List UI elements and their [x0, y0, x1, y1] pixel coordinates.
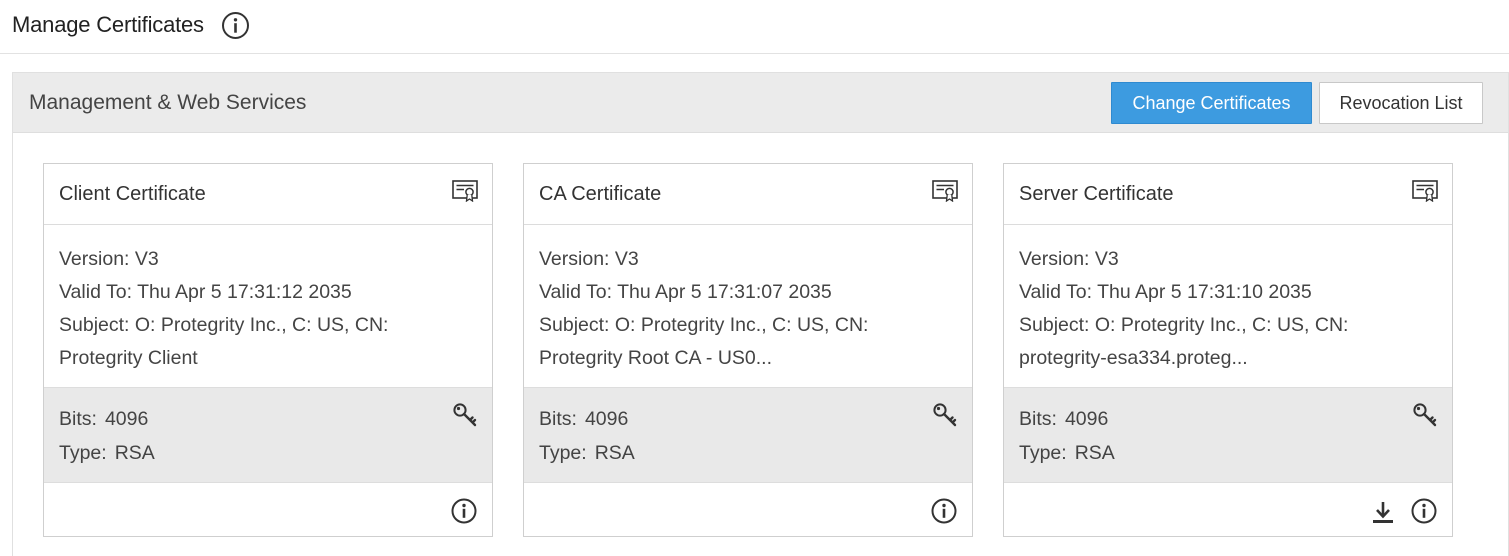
subject-label: Subject: — [1019, 314, 1090, 336]
valid-to-label: Valid To: — [59, 281, 132, 303]
key-details: Bits: 4096 Type: RSA — [524, 387, 972, 483]
type-value: RSA — [1074, 442, 1115, 464]
card-details: Version: V3 Valid To: Thu Apr 5 17:31:12… — [59, 243, 479, 375]
card-footer — [1004, 483, 1452, 537]
subject-value-continued: protegrity-esa334.proteg... — [1019, 347, 1248, 369]
subject-label: Subject: — [59, 314, 130, 336]
type-label: Type: — [539, 442, 587, 464]
type-value: RSA — [114, 442, 155, 464]
valid-to-value: Thu Apr 5 17:31:10 2035 — [1097, 281, 1312, 303]
bits-label: Bits: — [1019, 408, 1057, 430]
version-label: Version: — [539, 248, 610, 270]
card-title: Server Certificate — [1019, 183, 1174, 205]
valid-to-label: Valid To: — [539, 281, 612, 303]
subject-value: O: Protegrity Inc., C: US, CN: — [1094, 314, 1349, 336]
card-details: Version: V3 Valid To: Thu Apr 5 17:31:10… — [1019, 243, 1439, 375]
card-title: CA Certificate — [539, 183, 662, 205]
bits-value: 4096 — [1064, 408, 1109, 430]
bits-label: Bits: — [539, 408, 577, 430]
valid-to-value: Thu Apr 5 17:31:12 2035 — [137, 281, 352, 303]
valid-to-label: Valid To: — [1019, 281, 1092, 303]
card-header: Server Certificate — [1004, 164, 1452, 225]
info-icon[interactable] — [1410, 497, 1438, 525]
version-value: V3 — [1094, 248, 1119, 270]
subject-value-continued: Protegrity Root CA - US0... — [539, 347, 773, 369]
version-label: Version: — [1019, 248, 1090, 270]
key-details: Bits: 4096 Type: RSA — [44, 387, 492, 483]
card-details: Version: V3 Valid To: Thu Apr 5 17:31:07… — [539, 243, 959, 375]
certificate-icon — [1412, 180, 1438, 202]
version-value: V3 — [614, 248, 639, 270]
key-icon — [453, 403, 477, 427]
page-title: Manage Certificates — [12, 12, 204, 37]
download-icon[interactable] — [1370, 499, 1396, 525]
page-header: Manage Certificates — [0, 0, 1509, 54]
card-title: Client Certificate — [59, 183, 206, 205]
bits-label: Bits: — [59, 408, 97, 430]
key-icon — [933, 403, 957, 427]
subject-label: Subject: — [539, 314, 610, 336]
card-footer — [44, 483, 492, 537]
management-web-services-panel: Management & Web Services Change Certifi… — [12, 72, 1509, 556]
subject-value: O: Protegrity Inc., C: US, CN: — [134, 314, 389, 336]
card-footer — [524, 483, 972, 537]
certificate-icon — [452, 180, 478, 202]
panel-header: Management & Web Services Change Certifi… — [13, 73, 1508, 133]
ca-certificate-card: CA Certificate Version: V3 Valid To: Thu… — [523, 163, 973, 537]
certificate-icon — [932, 180, 958, 202]
type-label: Type: — [1019, 442, 1067, 464]
server-certificate-card: Server Certificate Version: V3 Valid To:… — [1003, 163, 1453, 537]
subject-value: O: Protegrity Inc., C: US, CN: — [614, 314, 869, 336]
client-certificate-card: Client Certificate Version: V3 Valid To:… — [43, 163, 493, 537]
card-header: Client Certificate — [44, 164, 492, 225]
info-icon[interactable] — [450, 497, 478, 525]
key-details: Bits: 4096 Type: RSA — [1004, 387, 1452, 483]
version-value: V3 — [134, 248, 159, 270]
valid-to-value: Thu Apr 5 17:31:07 2035 — [617, 281, 832, 303]
card-header: CA Certificate — [524, 164, 972, 225]
subject-value-continued: Protegrity Client — [59, 347, 198, 369]
panel-title: Management & Web Services — [29, 91, 307, 114]
type-value: RSA — [594, 442, 635, 464]
bits-value: 4096 — [104, 408, 149, 430]
info-icon[interactable] — [930, 497, 958, 525]
bits-value: 4096 — [584, 408, 629, 430]
change-certificates-button[interactable]: Change Certificates — [1111, 82, 1312, 124]
key-icon — [1413, 403, 1437, 427]
version-label: Version: — [59, 248, 130, 270]
revocation-list-button[interactable]: Revocation List — [1319, 82, 1483, 124]
type-label: Type: — [59, 442, 107, 464]
info-icon[interactable] — [221, 11, 250, 40]
